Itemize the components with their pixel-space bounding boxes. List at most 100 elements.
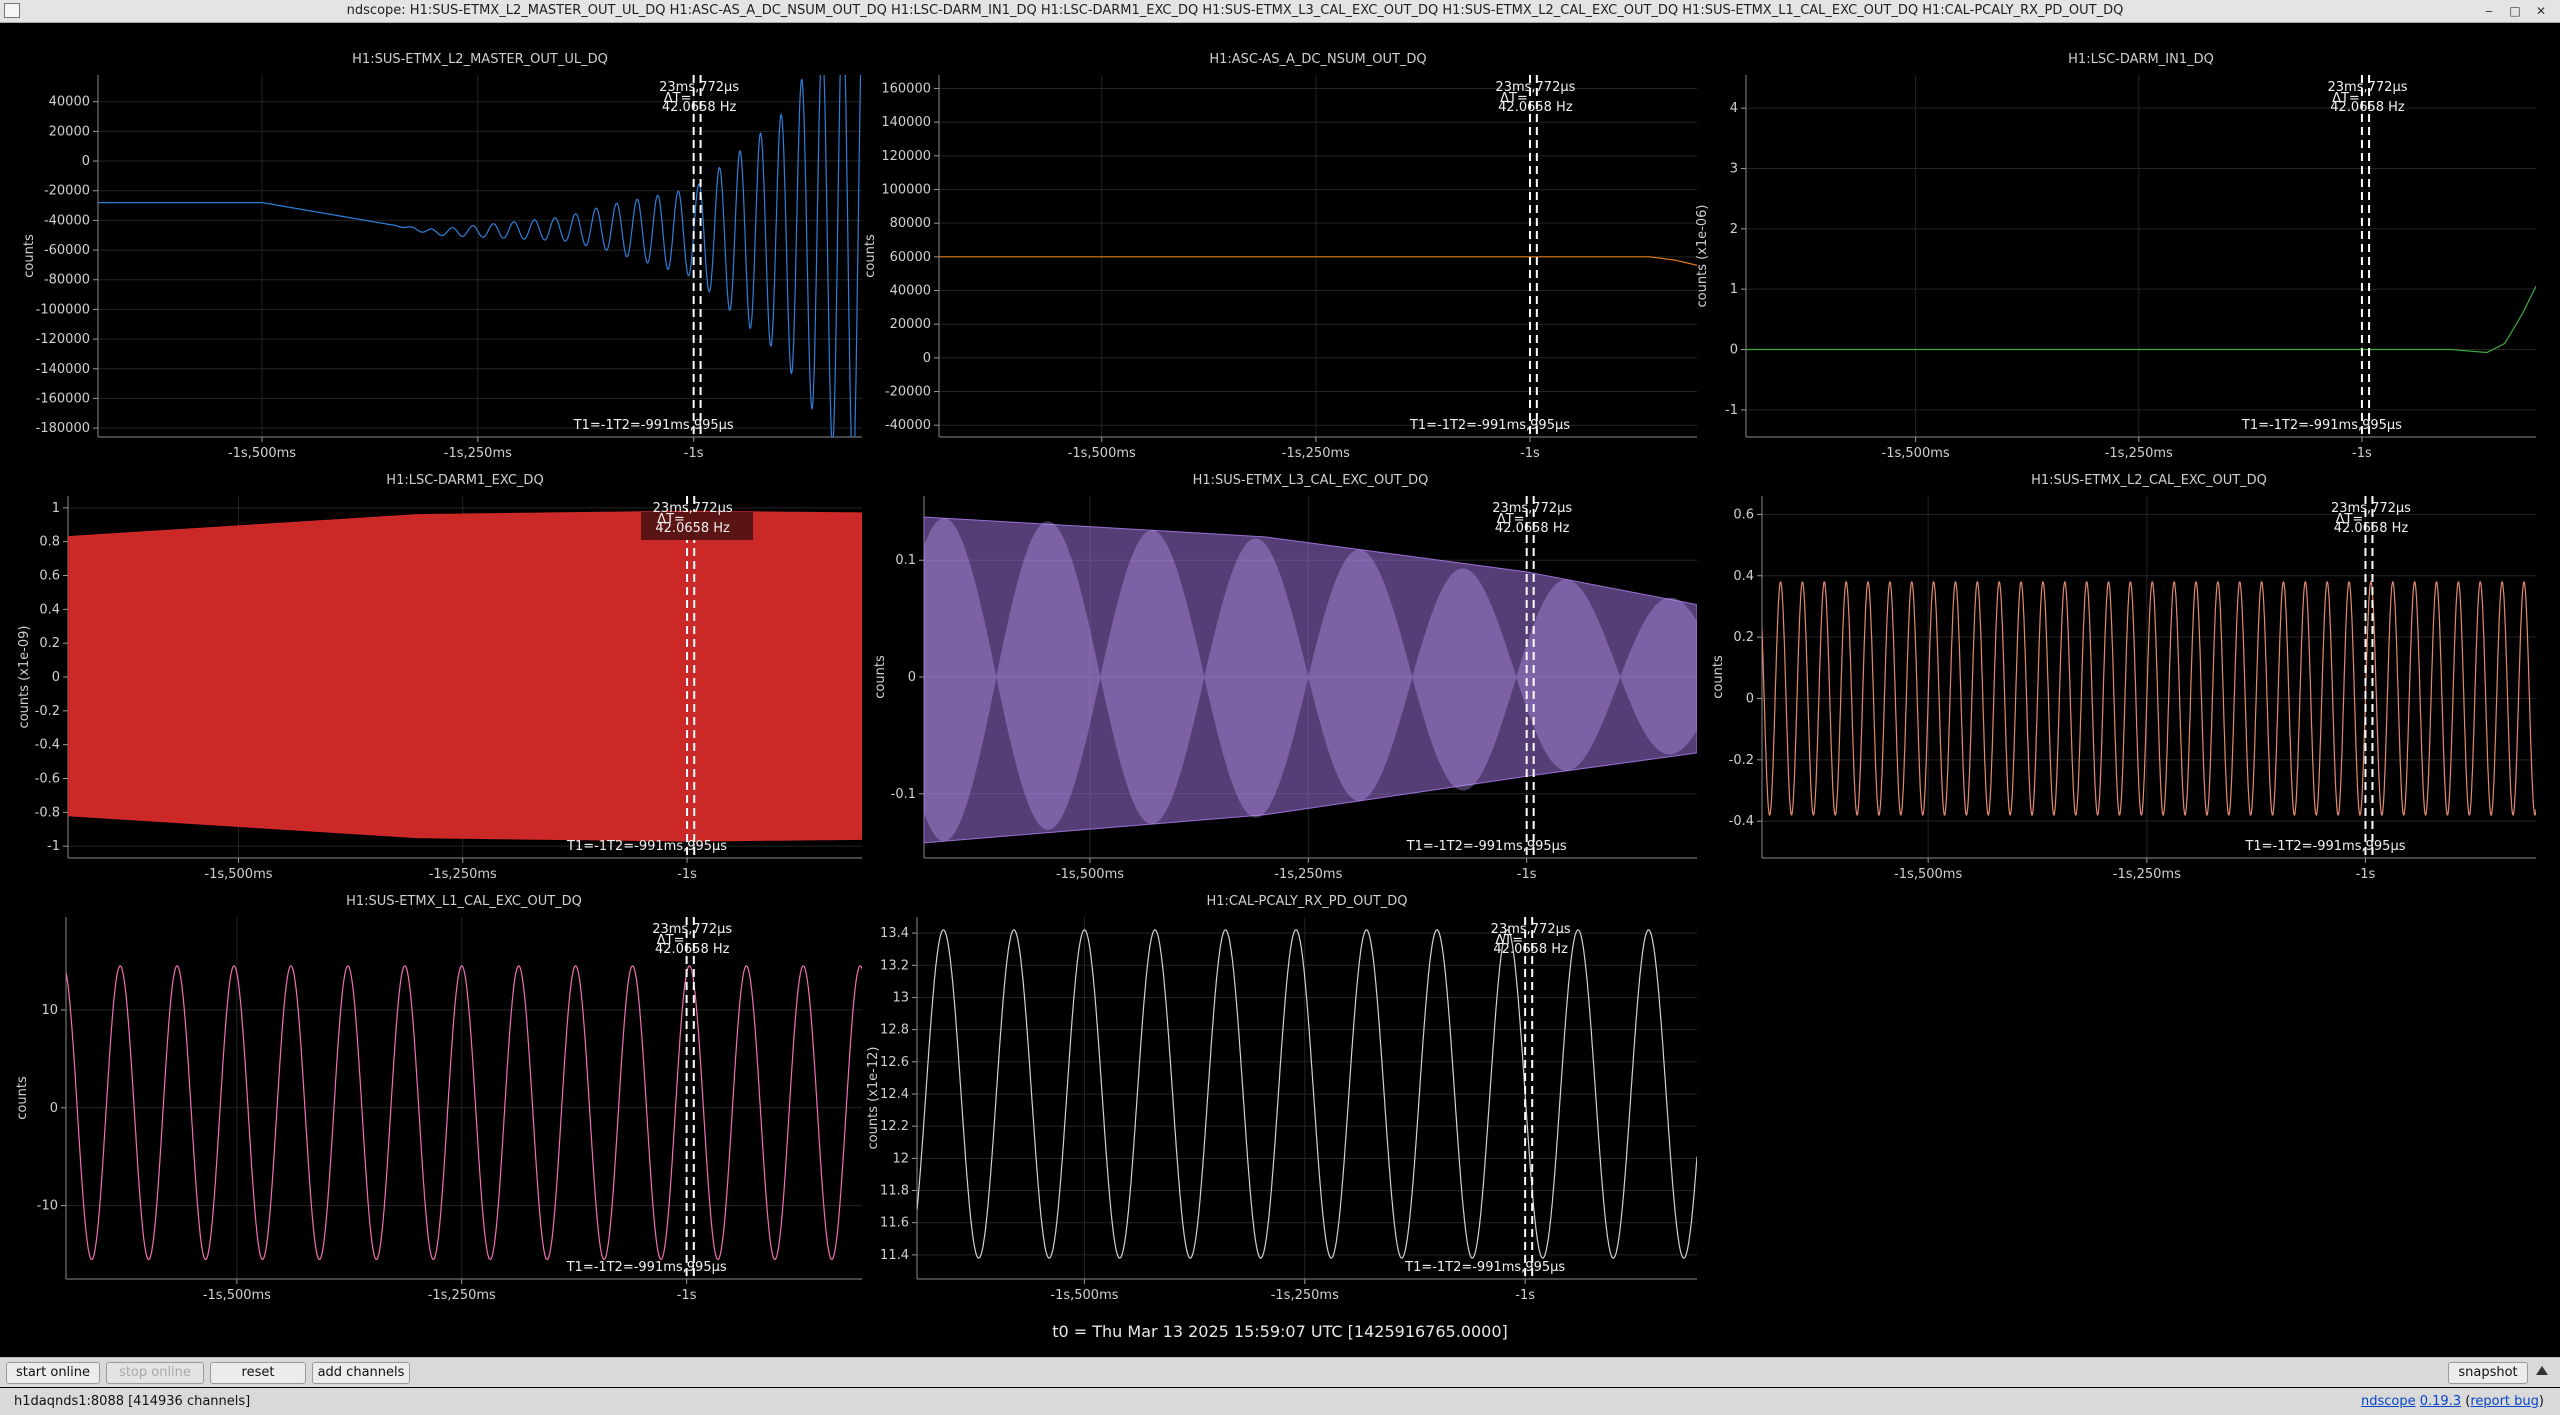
cursor-delta-freq: 42.0658 Hz bbox=[662, 100, 737, 115]
y-tick-label: -100000 bbox=[36, 302, 90, 317]
cursor-t2-label: T2=-991ms,995μs bbox=[1449, 418, 1570, 433]
cursor-delta-freq: 42.0658 Hz bbox=[2330, 100, 2405, 115]
window-title: ndscope: H1:SUS-ETMX_L2_MASTER_OUT_UL_DQ… bbox=[346, 3, 2124, 18]
plot-4[interactable]: H1:LSC-DARM1_EXC_DQ 1 0.8 0.6 0.4 0.2 0 -0.2 -0.… bbox=[17, 473, 862, 882]
x-tick-label: -1s,500ms bbox=[1894, 867, 1962, 882]
y-tick-label: -60000 bbox=[44, 243, 90, 258]
y-tick-label: 0.6 bbox=[39, 569, 60, 584]
y-tick-label: 4 bbox=[1730, 101, 1738, 116]
close-icon[interactable]: ✕ bbox=[2532, 2, 2550, 20]
signal-trace bbox=[98, 75, 862, 437]
y-tick-label: 12.6 bbox=[880, 1055, 909, 1070]
start-online-button[interactable]: start online bbox=[6, 1362, 100, 1384]
plot-8[interactable]: H1:CAL-PCALY_RX_PD_OUT_DQ 13.4 13.2 13 12.8 1… bbox=[866, 894, 1697, 1303]
cursor-t1-label: T1=-1 bbox=[2241, 418, 2282, 433]
y-tick-label: -140000 bbox=[36, 362, 90, 377]
y-tick-label: 0 bbox=[1746, 691, 1754, 706]
x-tick-label: -1s,500ms bbox=[228, 446, 296, 461]
y-tick-label: -20000 bbox=[885, 385, 931, 400]
plot-title: H1:SUS-ETMX_L3_CAL_EXC_OUT_DQ bbox=[1193, 473, 1429, 488]
y-tick-label: -0.4 bbox=[1729, 814, 1754, 829]
y-tick-label: 20000 bbox=[890, 317, 931, 332]
y-axis-label: counts (x1e-09) bbox=[17, 626, 32, 729]
y-tick-label: 11.4 bbox=[880, 1248, 909, 1263]
cursor-t2-label: T2=-991ms,995μs bbox=[1446, 839, 1567, 854]
cursor-delta-time: 23ms,772μs bbox=[653, 501, 733, 516]
plot-grid[interactable]: H1:SUS-ETMX_L2_MASTER_OUT_UL_DQ 40000 2000… bbox=[0, 23, 2560, 1345]
minimize-icon[interactable]: ‒ bbox=[2480, 2, 2498, 20]
y-tick-label: -0.4 bbox=[35, 738, 60, 753]
cursor-t1-label: T1=-1 bbox=[1409, 418, 1450, 433]
plot-5[interactable]: H1:SUS-ETMX_L3_CAL_EXC_OUT_DQ 0.1 0 -0.1 -1s… bbox=[873, 473, 1697, 882]
version-link[interactable]: 0.19.3 bbox=[2420, 1394, 2461, 1409]
x-tick-label: -1s,500ms bbox=[1068, 446, 1136, 461]
snapshot-button[interactable]: snapshot bbox=[2448, 1362, 2528, 1384]
x-tick-label: -1s,250ms bbox=[428, 1288, 496, 1303]
cursor-delta-time: 23ms,772μs bbox=[2331, 501, 2411, 516]
toolbar: start online stop online reset add chann… bbox=[0, 1357, 2560, 1387]
plot-3[interactable]: H1:LSC-DARM_IN1_DQ 4 3 2 1 0 -1 -1s,500ms -1s,25… bbox=[1695, 52, 2536, 461]
y-tick-label: 80000 bbox=[890, 216, 931, 231]
x-tick-label: -1s bbox=[1517, 867, 1537, 882]
x-tick-label: -1s bbox=[2356, 867, 2376, 882]
y-tick-label: 0.8 bbox=[39, 535, 60, 550]
y-tick-label: 13.4 bbox=[880, 926, 909, 941]
plot-1[interactable]: H1:SUS-ETMX_L2_MASTER_OUT_UL_DQ 40000 2000… bbox=[22, 23, 862, 472]
add-channels-button[interactable]: add channels bbox=[312, 1362, 410, 1384]
y-tick-label: -0.2 bbox=[1729, 753, 1754, 768]
y-tick-label: 0 bbox=[908, 670, 916, 685]
cursor-delta-time: 23ms,772μs bbox=[652, 922, 732, 937]
x-tick-label: -1s,500ms bbox=[1056, 867, 1124, 882]
x-tick-label: -1s,250ms bbox=[444, 446, 512, 461]
cursor-t1-label: T1=-1 bbox=[566, 1260, 607, 1275]
x-tick-label: -1s,500ms bbox=[204, 867, 272, 882]
x-tick-label: -1s bbox=[677, 1288, 697, 1303]
x-tick-label: -1s,250ms bbox=[1282, 446, 1350, 461]
y-tick-label: -1 bbox=[1725, 403, 1738, 418]
cursor-delta-time: 23ms,772μs bbox=[659, 80, 739, 95]
cursor-t2-label: T2=-991ms,995μs bbox=[1444, 1260, 1565, 1275]
y-axis-label: counts bbox=[15, 1076, 30, 1120]
y-tick-label: 0.2 bbox=[39, 636, 60, 651]
cursor-t2-label: T2=-991ms,995μs bbox=[613, 418, 734, 433]
x-tick-label: -1s,500ms bbox=[203, 1288, 271, 1303]
cursor-delta-freq: 42.0658 Hz bbox=[655, 942, 730, 957]
y-tick-label: 20000 bbox=[49, 124, 90, 139]
y-tick-label: 0.6 bbox=[1733, 507, 1754, 522]
plot-6[interactable]: H1:SUS-ETMX_L2_CAL_EXC_OUT_DQ 0.6 0.4 0.2 0 -… bbox=[1711, 473, 2536, 882]
x-tick-label: -1s,500ms bbox=[1882, 446, 1950, 461]
collapse-triangle-icon[interactable] bbox=[2536, 1366, 2548, 1375]
x-tick-label: -1s,250ms bbox=[2113, 867, 2181, 882]
y-tick-label: 13 bbox=[892, 990, 909, 1005]
plot-2[interactable]: H1:ASC-AS_A_DC_NSUM_OUT_DQ 160000 140000 12… bbox=[863, 52, 1697, 461]
y-tick-label: 0 bbox=[52, 670, 60, 685]
y-tick-label: -1 bbox=[47, 839, 60, 854]
y-tick-label: 0 bbox=[50, 1101, 58, 1116]
y-tick-label: 100000 bbox=[881, 182, 931, 197]
y-tick-label: 160000 bbox=[881, 81, 931, 96]
plot-title: H1:LSC-DARM_IN1_DQ bbox=[2068, 52, 2214, 67]
y-tick-label: 1 bbox=[1730, 282, 1738, 297]
y-axis-label: counts (x1e-12) bbox=[866, 1047, 881, 1150]
window-titlebar: ndscope: H1:SUS-ETMX_L2_MASTER_OUT_UL_DQ… bbox=[0, 0, 2560, 23]
cursor-t2-label: T2=-991ms,995μs bbox=[606, 1260, 727, 1275]
reset-button[interactable]: reset bbox=[210, 1362, 306, 1384]
maximize-icon[interactable]: □ bbox=[2506, 2, 2524, 20]
cursor-t2-label: T2=-991ms,995μs bbox=[606, 839, 727, 854]
cursor-t2-label: T2=-991ms,995μs bbox=[2284, 839, 2405, 854]
y-tick-label: 120000 bbox=[881, 149, 931, 164]
plots-svg[interactable]: H1:SUS-ETMX_L2_MASTER_OUT_UL_DQ400002000… bbox=[0, 23, 2560, 1345]
server-status: h1daqnds1:8088 [414936 channels] bbox=[14, 1394, 251, 1409]
ndscope-link[interactable]: ndscope bbox=[2361, 1394, 2416, 1409]
plot-7[interactable]: H1:SUS-ETMX_L1_CAL_EXC_OUT_DQ 10 0 -10 -1s,5… bbox=[15, 894, 862, 1303]
y-tick-label: -40000 bbox=[885, 418, 931, 433]
y-tick-label: 60000 bbox=[890, 250, 931, 265]
plot-title: H1:CAL-PCALY_RX_PD_OUT_DQ bbox=[1206, 894, 1407, 909]
y-tick-label: 0.4 bbox=[39, 602, 60, 617]
x-tick-label: -1s,250ms bbox=[1271, 1288, 1339, 1303]
stop-online-button: stop online bbox=[106, 1362, 204, 1384]
plot-title: H1:SUS-ETMX_L1_CAL_EXC_OUT_DQ bbox=[346, 894, 582, 909]
y-tick-label: -0.2 bbox=[35, 704, 60, 719]
x-tick-label: -1s bbox=[677, 867, 697, 882]
report-bug-link[interactable]: report bug bbox=[2470, 1394, 2539, 1409]
